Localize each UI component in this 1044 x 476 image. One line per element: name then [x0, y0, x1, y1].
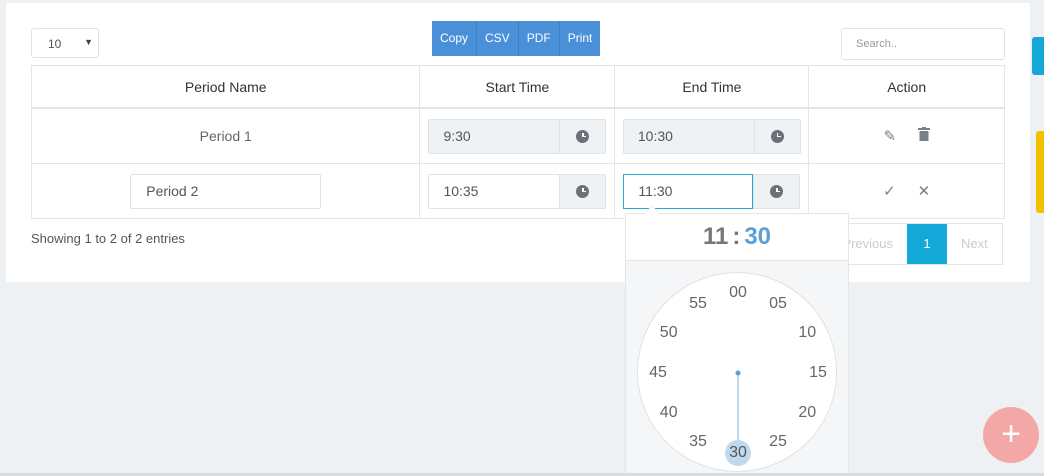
- clock-tick-15[interactable]: 15: [803, 363, 833, 383]
- clock-icon: [576, 184, 590, 198]
- clock-tick-10[interactable]: 10: [792, 323, 822, 343]
- clock-button[interactable]: [753, 174, 800, 208]
- clock-tick-50[interactable]: 50: [654, 323, 684, 343]
- previous-page-button[interactable]: Previous: [841, 224, 907, 264]
- action-cell: ✎: [808, 107, 1005, 164]
- trash-icon[interactable]: [917, 127, 930, 145]
- clockpicker-separator: :: [732, 223, 741, 250]
- start-time-field: 9:30: [428, 118, 607, 154]
- close-icon[interactable]: ✕: [918, 182, 931, 200]
- column-header-period-name[interactable]: Period Name: [30, 65, 421, 109]
- start-time-cell: 10:35: [419, 163, 616, 219]
- clock-button: [753, 119, 800, 153]
- page-button-1[interactable]: 1: [907, 224, 947, 264]
- search-input[interactable]: [841, 28, 1005, 60]
- clock-tick-40[interactable]: 40: [654, 403, 684, 423]
- column-header-end-time[interactable]: End Time: [614, 65, 810, 109]
- action-cell: ✓ ✕: [808, 163, 1005, 219]
- start-time-value: 9:30: [443, 127, 471, 144]
- table-header-row: Period Name Start Time End Time Action: [30, 65, 1005, 109]
- side-tab-yellow[interactable]: [1036, 131, 1044, 213]
- start-time-input[interactable]: 10:35: [429, 175, 559, 208]
- pagination: Previous 1 Next: [840, 223, 1003, 265]
- pencil-icon[interactable]: ✎: [883, 127, 896, 145]
- next-page-button[interactable]: Next: [947, 224, 1002, 264]
- clockpicker-header: 11:30: [626, 214, 848, 261]
- clock-icon: [770, 184, 784, 198]
- table-info: Showing 1 to 2 of 2 entries: [31, 231, 185, 246]
- page-length-select[interactable]: 10 ▼: [31, 28, 99, 58]
- table-row: Period 1 9:30 10:30 ✎: [30, 107, 1005, 164]
- clockpicker-popover: 11:30 00 05 10 15 20 25 30 35 40 45 50 55: [625, 205, 849, 476]
- clock-tick-25[interactable]: 25: [763, 432, 793, 452]
- end-time-cell: 10:30: [614, 107, 810, 164]
- csv-button[interactable]: CSV: [477, 21, 519, 56]
- periods-table: Period Name Start Time End Time Action P…: [30, 65, 1005, 219]
- print-button[interactable]: Print: [559, 21, 601, 56]
- clock-tick-35[interactable]: 35: [683, 432, 713, 452]
- column-header-start-time[interactable]: Start Time: [419, 65, 616, 109]
- clock-button: [559, 119, 606, 153]
- check-icon[interactable]: ✓: [883, 182, 896, 200]
- end-time-field: 10:30: [622, 118, 801, 154]
- chevron-down-icon: ▼: [84, 37, 93, 47]
- end-time-field[interactable]: 11:30: [623, 173, 801, 209]
- end-time-input[interactable]: 11:30: [623, 173, 754, 209]
- table-row: Period 2 10:35 11:30 ✓ ✕: [30, 163, 1005, 219]
- clockpicker-hours[interactable]: 11: [703, 223, 728, 250]
- clock-tick-45[interactable]: 45: [643, 363, 673, 383]
- clock-tick-00[interactable]: 00: [723, 283, 753, 303]
- side-tab-blue[interactable]: [1032, 37, 1044, 75]
- clock-center-dot: [735, 370, 741, 376]
- clock-icon: [770, 129, 784, 143]
- end-time-value: 10:30: [637, 127, 673, 144]
- clock-tick-20[interactable]: 20: [792, 403, 822, 423]
- plus-icon[interactable]: +: [983, 407, 1039, 463]
- start-time-cell: 9:30: [419, 107, 616, 164]
- period-name-cell: Period 2: [30, 163, 421, 219]
- clock-tick-05[interactable]: 05: [763, 294, 793, 314]
- clockpicker-minutes[interactable]: 30: [744, 223, 771, 250]
- copy-button[interactable]: Copy: [432, 21, 478, 56]
- clock-tick-30[interactable]: 30: [723, 443, 753, 463]
- clock-button[interactable]: [559, 174, 606, 208]
- page-length-value: 10: [48, 37, 62, 51]
- start-time-field[interactable]: 10:35: [428, 173, 607, 209]
- clock-icon: [576, 129, 590, 143]
- clock-tick-55[interactable]: 55: [683, 294, 713, 314]
- pdf-button[interactable]: PDF: [518, 21, 560, 56]
- column-header-action: Action: [808, 65, 1005, 109]
- export-buttons: Copy CSV PDF Print: [432, 21, 601, 56]
- period-name-input[interactable]: Period 2: [130, 173, 322, 209]
- period-name-cell: Period 1: [30, 107, 421, 164]
- clock-dial[interactable]: 00 05 10 15 20 25 30 35 40 45 50 55: [637, 272, 837, 472]
